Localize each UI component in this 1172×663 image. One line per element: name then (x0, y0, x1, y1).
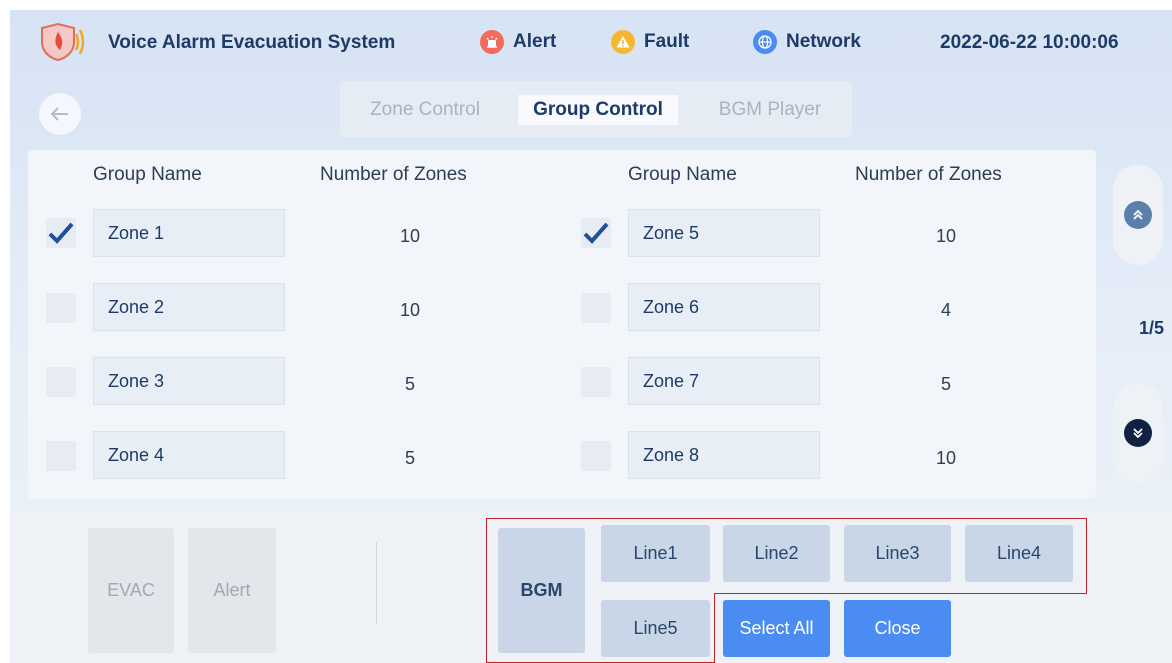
page-down-button[interactable] (1113, 383, 1163, 483)
checkmark-icon (48, 222, 74, 244)
group-name-field[interactable]: Zone 7 (628, 357, 820, 405)
highlight-outline-top (486, 518, 1087, 594)
row-checkbox[interactable] (46, 293, 76, 323)
datetime: 2022-06-22 10:00:06 (940, 32, 1119, 53)
group-name-field[interactable]: Zone 1 (93, 209, 285, 257)
highlight-outline-step (714, 593, 1087, 594)
tab-bgm-player[interactable]: BGM Player (700, 95, 840, 125)
double-chevron-up-icon (1124, 201, 1152, 229)
page-indicator: 1/5 (1139, 318, 1165, 338)
zone-count: 4 (940, 300, 951, 320)
alert-icon (480, 30, 504, 54)
checkmark-icon (583, 222, 609, 244)
back-button[interactable] (38, 92, 82, 136)
evac-button[interactable]: EVAC (88, 528, 174, 653)
zone-count: 5 (404, 448, 415, 468)
group-table: Group Name Number of Zones Group Name Nu… (28, 150, 1096, 499)
zone-count: 10 (399, 300, 421, 320)
row-checkbox[interactable] (581, 367, 611, 397)
alert-button[interactable]: Alert (188, 528, 276, 653)
fault-status-label: Fault (644, 31, 690, 52)
row-checkbox[interactable] (46, 441, 76, 471)
row-checkbox[interactable] (46, 218, 76, 248)
highlight-outline-bottom (486, 593, 715, 663)
tab-group-control[interactable]: Group Control (518, 95, 678, 125)
group-name-field[interactable]: Zone 8 (628, 431, 820, 479)
close-button[interactable]: Close (844, 600, 951, 657)
tab-bar: Zone Control Group Control BGM Player (340, 81, 852, 137)
col-header-group-name: Group Name (93, 164, 202, 185)
zone-count: 10 (935, 226, 957, 246)
double-chevron-down-icon (1124, 419, 1152, 447)
select-all-button[interactable]: Select All (723, 600, 830, 657)
group-name-field[interactable]: Zone 3 (93, 357, 285, 405)
fault-status[interactable]: Fault (611, 28, 689, 56)
header-bar: Voice Alarm Evacuation System Alert Faul… (10, 10, 1172, 70)
group-name-field[interactable]: Zone 5 (628, 209, 820, 257)
alert-status[interactable]: Alert (480, 28, 556, 56)
row-checkbox[interactable] (46, 367, 76, 397)
col-header-number-of-zones: Number of Zones (320, 164, 467, 185)
app-logo-icon (38, 22, 88, 62)
back-arrow-icon (51, 107, 68, 121)
group-name-field[interactable]: Zone 4 (93, 431, 285, 479)
zone-count: 10 (935, 448, 957, 468)
highlight-outline-inner (714, 593, 715, 663)
group-name-field[interactable]: Zone 6 (628, 283, 820, 331)
zone-count: 10 (399, 226, 421, 246)
network-status[interactable]: Network (753, 28, 861, 56)
col-header-number-of-zones: Number of Zones (855, 164, 1002, 185)
network-icon (753, 30, 777, 54)
page-up-button[interactable] (1113, 165, 1163, 265)
row-checkbox[interactable] (581, 441, 611, 471)
col-header-group-name: Group Name (628, 164, 737, 185)
alert-status-label: Alert (513, 31, 557, 52)
row-checkbox[interactable] (581, 293, 611, 323)
zone-count: 5 (940, 374, 951, 394)
zone-count: 5 (404, 374, 415, 394)
row-checkbox[interactable] (581, 218, 611, 248)
tab-zone-control[interactable]: Zone Control (350, 95, 500, 125)
group-name-field[interactable]: Zone 2 (93, 283, 285, 331)
network-status-label: Network (786, 31, 861, 52)
app-title: Voice Alarm Evacuation System (108, 32, 396, 53)
fault-icon (611, 30, 635, 54)
divider (376, 542, 377, 624)
